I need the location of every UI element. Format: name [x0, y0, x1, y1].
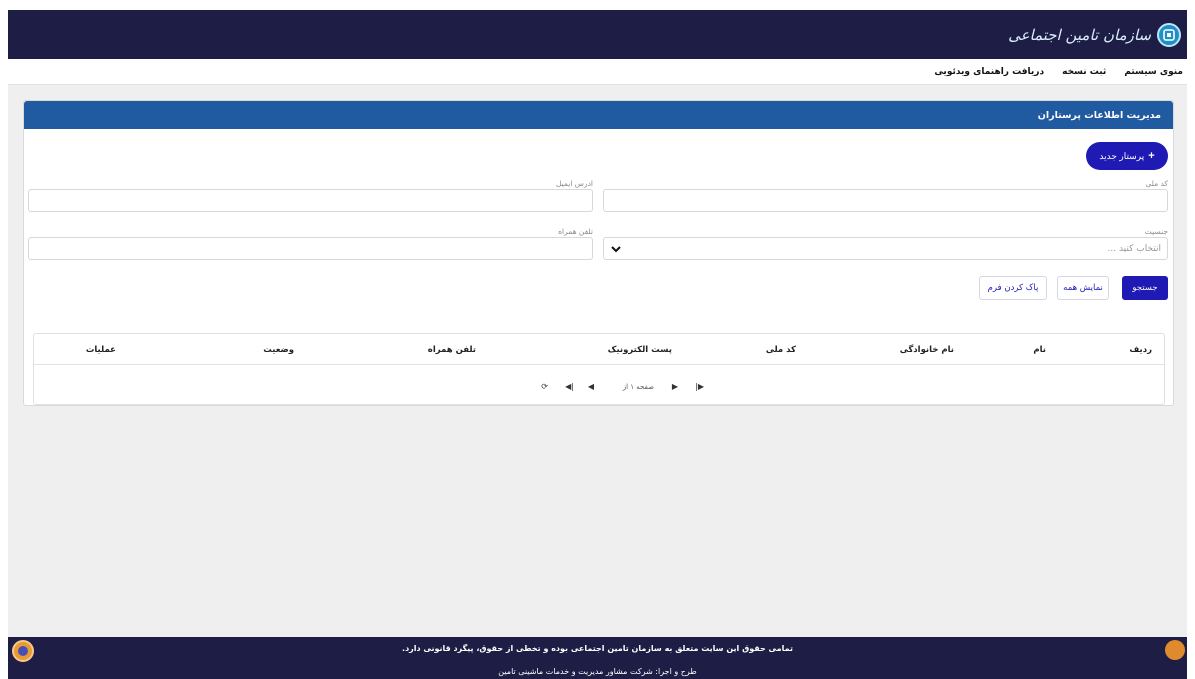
national-code-label: کد ملی: [1145, 179, 1168, 188]
column-status[interactable]: وضعیت: [263, 345, 294, 355]
footer-copyright: تمامی حقوق این سایت متعلق به سازمان تامی…: [402, 644, 793, 653]
pagination: ▶| ▶ صفحه ۱ از ◀ |◀ ⟳: [34, 380, 1164, 394]
footer: تمامی حقوق این سایت متعلق به سازمان تامی…: [8, 637, 1187, 679]
menu-bar: منوی سیستم ثبت نسخه دریافت راهنمای ویدئو…: [8, 59, 1187, 85]
plus-icon: +: [1148, 150, 1155, 162]
column-last-name[interactable]: نام خانوادگی: [900, 345, 954, 355]
menu-item-system-menu[interactable]: منوی سیستم: [1124, 67, 1183, 77]
gender-label: جنسیت: [1144, 227, 1168, 236]
column-email[interactable]: پست الکترونیک: [608, 345, 672, 355]
logo-icon: [1157, 23, 1181, 47]
nurses-panel: مدیریت اطلاعات پرستاران + پرستار جدید کد…: [23, 100, 1174, 406]
page-info: صفحه ۱ از: [622, 383, 654, 391]
new-nurse-button[interactable]: + پرستار جدید: [1086, 142, 1168, 170]
prev-page-icon[interactable]: ◀: [588, 380, 594, 394]
first-page-icon[interactable]: |◀: [565, 380, 574, 394]
column-operations[interactable]: عملیات: [86, 345, 116, 355]
gender-placeholder: انتخاب کنید ...: [1107, 243, 1162, 254]
gender-select[interactable]: انتخاب کنید ...: [603, 237, 1168, 260]
column-national-code[interactable]: کد ملی: [766, 345, 796, 355]
column-row-number[interactable]: ردیف: [1129, 345, 1152, 355]
last-page-icon[interactable]: ▶|: [695, 380, 704, 394]
email-label: ادرس ایمیل: [555, 179, 593, 188]
logo-text: سازمان تامین اجتماعی: [1008, 26, 1151, 44]
footer-credits: طرح و اجرا: شرکت مشاور مدیریت و خدمات ما…: [498, 667, 697, 676]
menu-item-video-guide[interactable]: دریافت راهنمای ویدئویی: [934, 67, 1044, 77]
clear-form-button[interactable]: پاک کردن فرم: [979, 276, 1047, 300]
table-header: ردیف نام نام خانوادگی کد ملی پست الکترون…: [34, 334, 1164, 365]
logo[interactable]: سازمان تامین اجتماعی: [1008, 20, 1181, 50]
mobile-label: تلفن همراه: [558, 227, 593, 236]
show-all-button[interactable]: نمایش همه: [1057, 276, 1109, 300]
mobile-input[interactable]: [28, 237, 593, 260]
panel-title: مدیریت اطلاعات پرستاران: [24, 101, 1173, 129]
next-page-icon[interactable]: ▶: [672, 380, 678, 394]
column-first-name[interactable]: نام: [1033, 345, 1046, 355]
search-button[interactable]: جستجو: [1122, 276, 1168, 300]
chevron-down-icon: [611, 246, 621, 253]
email-input[interactable]: [28, 189, 593, 212]
national-code-input[interactable]: [603, 189, 1168, 212]
new-nurse-label: پرستار جدید: [1099, 150, 1145, 161]
page-frame: سازمان تامین اجتماعی منوی سیستم ثبت نسخه…: [8, 10, 1187, 679]
top-bar: سازمان تامین اجتماعی: [8, 10, 1187, 59]
menu-item-register-prescription[interactable]: ثبت نسخه: [1062, 67, 1106, 77]
column-mobile[interactable]: تلفن همراه: [428, 345, 476, 355]
refresh-icon[interactable]: ⟳: [541, 380, 548, 394]
nurses-table: ردیف نام نام خانوادگی کد ملی پست الکترون…: [33, 333, 1165, 405]
